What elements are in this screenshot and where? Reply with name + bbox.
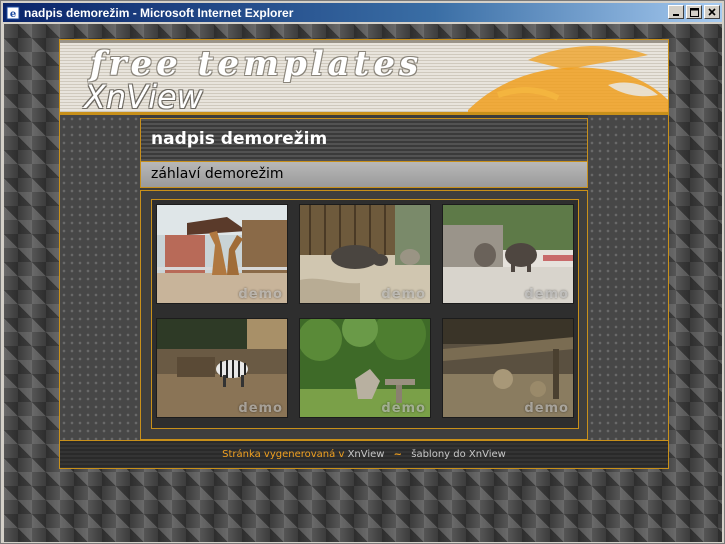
demo-watermark: demo (524, 287, 569, 302)
demo-watermark: demo (238, 287, 283, 302)
header-banner: free templates XnView (60, 40, 668, 115)
minimize-button[interactable] (668, 5, 684, 19)
page-subheading-bar: záhlaví demorežim (140, 162, 588, 188)
banner-logo-text: XnView (84, 78, 203, 115)
page-title: nadpis demorežim (151, 129, 328, 149)
thumbnail-rhino[interactable]: demo (299, 204, 431, 304)
page-subtitle: záhlaví demorežim (151, 166, 284, 182)
demo-watermark: demo (524, 401, 569, 416)
page-footer: Stránka vygenerovaná v XnView ~ šablony … (60, 440, 668, 468)
close-icon (708, 8, 716, 16)
page-heading-bar: nadpis demorežim (140, 118, 588, 162)
maximize-icon (689, 7, 699, 17)
left-sidebar (60, 115, 140, 440)
footer-credits: Stránka vygenerovaná v XnView ~ šablony … (60, 449, 668, 460)
window-title: nadpis demorežim - Microsoft Internet Ex… (24, 5, 294, 20)
internet-explorer-icon: e (6, 6, 20, 20)
footer-separator: ~ (393, 449, 403, 460)
maximize-button[interactable] (686, 5, 702, 19)
thumbnail-gallery: demo demo demo demo demo demo (151, 199, 579, 429)
gallery-frame: demo demo demo demo demo demo (140, 190, 588, 440)
thumbnail-forest-sculpture[interactable]: demo (299, 318, 431, 418)
thumbnail-zebra[interactable]: demo (156, 318, 288, 418)
orange-swoosh-logo (468, 45, 668, 115)
title-bar[interactable]: e nadpis demorežim - Microsoft Internet … (3, 3, 722, 22)
thumbnail-enclosure[interactable]: demo (442, 318, 574, 418)
window-controls (666, 5, 720, 19)
demo-watermark: demo (381, 401, 426, 416)
footer-xnview-link[interactable]: XnView (348, 449, 385, 460)
demo-watermark: demo (238, 401, 283, 416)
thumbnail-elephants[interactable]: demo (442, 204, 574, 304)
template-page: free templates XnView nadpis demorežim z… (59, 39, 669, 469)
thumbnail-giraffes[interactable]: demo (156, 204, 288, 304)
svg-text:e: e (10, 9, 16, 20)
close-button[interactable] (704, 5, 720, 19)
page-viewport[interactable]: free templates XnView nadpis demorežim z… (4, 24, 722, 542)
minimize-icon (673, 14, 679, 16)
footer-templates-link[interactable]: šablony do XnView (411, 449, 506, 460)
demo-watermark: demo (381, 287, 426, 302)
browser-window: e nadpis demorežim - Microsoft Internet … (0, 0, 725, 544)
banner-divider (60, 112, 668, 115)
right-sidebar (588, 115, 668, 440)
footer-prefix: Stránka vygenerovaná v (222, 449, 345, 460)
